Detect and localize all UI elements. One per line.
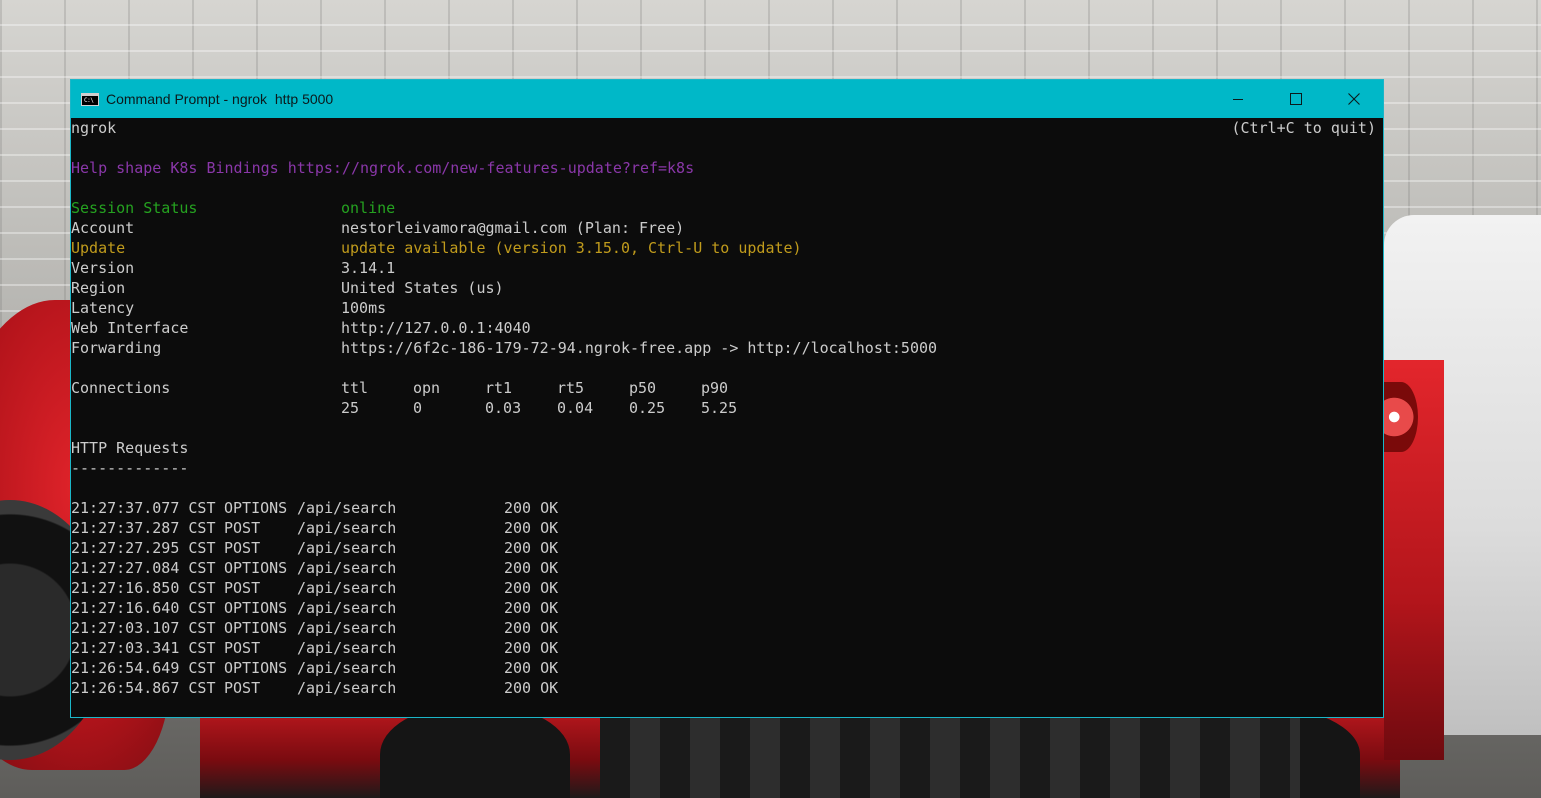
request-path: /api/search (297, 619, 397, 637)
request-path: /api/search (297, 639, 397, 657)
status-value: nestorleivamora@gmail.com (Plan: Free) (341, 219, 685, 237)
request-path: /api/search (297, 499, 397, 517)
request-time: 21:27:03.107 CST (71, 619, 216, 637)
request-path: /api/search (297, 539, 397, 557)
request-time: 21:27:27.084 CST (71, 559, 216, 577)
connections-header-cell: ttl (341, 379, 369, 397)
request-method: OPTIONS (224, 659, 288, 677)
request-method: OPTIONS (224, 499, 288, 517)
connections-label: Connections (71, 379, 171, 397)
request-time: 21:26:54.867 CST (71, 679, 216, 697)
request-path: /api/search (297, 659, 397, 677)
http-requests-underline: ------------- (71, 459, 189, 477)
request-path: /api/search (297, 579, 397, 597)
app-name: ngrok (71, 119, 117, 137)
status-value: https://6f2c-186-179-72-94.ngrok-free.ap… (341, 339, 938, 357)
connections-value-cell: 0.25 (629, 399, 666, 417)
cmd-icon[interactable]: C:\ (81, 92, 99, 106)
request-time: 21:27:16.850 CST (71, 579, 216, 597)
request-status: 200 OK (504, 519, 559, 537)
request-time: 21:27:37.287 CST (71, 519, 216, 537)
request-status: 200 OK (504, 579, 559, 597)
request-time: 21:27:37.077 CST (71, 499, 216, 517)
close-button[interactable] (1325, 80, 1383, 118)
maximize-icon (1290, 93, 1302, 105)
wallpaper-tire-center (380, 705, 570, 798)
connections-value-cell: 25 (341, 399, 360, 417)
quit-hint: (Ctrl+C to quit) (1231, 119, 1377, 137)
minimize-button[interactable] (1209, 80, 1267, 118)
status-value: update available (version 3.15.0, Ctrl-U… (341, 239, 802, 257)
request-status: 200 OK (504, 619, 559, 637)
request-path: /api/search (297, 519, 397, 537)
minimize-icon (1233, 99, 1243, 100)
window-controls (1209, 80, 1383, 118)
request-status: 200 OK (504, 539, 559, 557)
connections-header-cell: rt5 (557, 379, 585, 397)
status-label: Version (71, 259, 135, 277)
request-time: 21:27:03.341 CST (71, 639, 216, 657)
request-method: POST (224, 579, 261, 597)
status-label: Region (71, 279, 126, 297)
request-status: 200 OK (504, 659, 559, 677)
status-value: online (341, 199, 396, 217)
connections-header-cell: p50 (629, 379, 657, 397)
status-value: 100ms (341, 299, 387, 317)
wallpaper-car-diffuser (600, 716, 1300, 798)
maximize-button[interactable] (1267, 80, 1325, 118)
status-label: Session Status (71, 199, 198, 217)
status-label: Forwarding (71, 339, 162, 357)
console-output[interactable]: ngrok (Ctrl+C to quit) Help shape K8s Bi… (71, 118, 1383, 717)
window-title: Command Prompt - ngrok http 5000 (106, 91, 334, 107)
request-method: POST (224, 679, 261, 697)
status-label: Web Interface (71, 319, 189, 337)
request-path: /api/search (297, 679, 397, 697)
window-titlebar[interactable]: C:\ Command Prompt - ngrok http 5000 (71, 80, 1383, 118)
request-method: OPTIONS (224, 619, 288, 637)
connections-value-cell: 5.25 (701, 399, 738, 417)
connections-value-cell: 0 (413, 399, 423, 417)
connections-header-cell: p90 (701, 379, 729, 397)
request-status: 200 OK (504, 679, 559, 697)
http-requests-title: HTTP Requests (71, 439, 189, 457)
status-value: United States (us) (341, 279, 504, 297)
request-time: 21:26:54.649 CST (71, 659, 216, 677)
help-line: Help shape K8s Bindings https://ngrok.co… (71, 159, 695, 177)
status-label: Update (71, 239, 126, 257)
connections-value-cell: 0.03 (485, 399, 522, 417)
request-status: 200 OK (504, 639, 559, 657)
request-path: /api/search (297, 599, 397, 617)
wallpaper-taillight (1384, 382, 1418, 452)
request-method: POST (224, 539, 261, 557)
close-icon (1348, 93, 1360, 105)
command-prompt-window: C:\ Command Prompt - ngrok http 5000 ngr… (70, 79, 1384, 718)
request-method: POST (224, 639, 261, 657)
status-value: http://127.0.0.1:4040 (341, 319, 531, 337)
request-status: 200 OK (504, 559, 559, 577)
connections-header-cell: rt1 (485, 379, 513, 397)
request-path: /api/search (297, 559, 397, 577)
request-time: 21:27:16.640 CST (71, 599, 216, 617)
status-label: Latency (71, 299, 135, 317)
request-status: 200 OK (504, 499, 559, 517)
connections-header-cell: opn (413, 379, 441, 397)
request-method: OPTIONS (224, 559, 288, 577)
connections-value-cell: 0.04 (557, 399, 594, 417)
request-time: 21:27:27.295 CST (71, 539, 216, 557)
request-status: 200 OK (504, 599, 559, 617)
request-method: POST (224, 519, 261, 537)
request-method: OPTIONS (224, 599, 288, 617)
status-value: 3.14.1 (341, 259, 396, 277)
status-label: Account (71, 219, 135, 237)
